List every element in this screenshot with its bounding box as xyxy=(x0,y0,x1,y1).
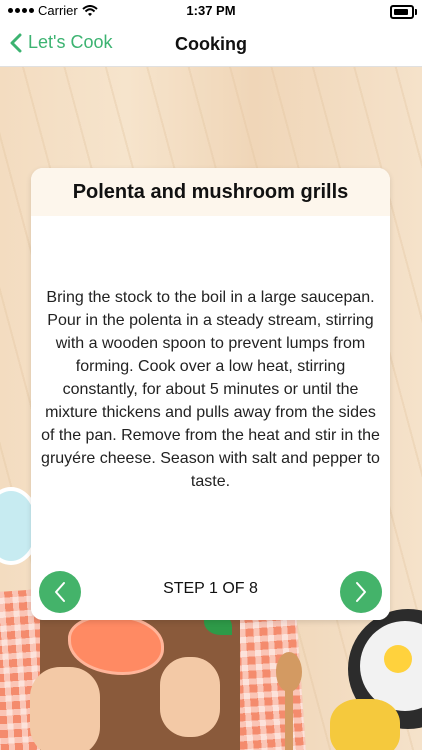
hand-illustration xyxy=(160,657,220,737)
step-footer: STEP 1 OF 8 xyxy=(31,562,390,620)
status-time: 1:37 PM xyxy=(186,3,236,18)
status-bar: Carrier 1:37 PM xyxy=(0,0,422,22)
next-step-button[interactable] xyxy=(340,571,382,613)
battery-icon xyxy=(390,5,417,19)
recipe-step-card: Polenta and mushroom grills Bring the st… xyxy=(31,168,390,620)
previous-step-button[interactable] xyxy=(39,571,81,613)
recipe-title: Polenta and mushroom grills xyxy=(31,168,390,216)
spoon-illustration xyxy=(276,652,302,692)
pepper-illustration xyxy=(330,699,400,750)
page-title: Cooking xyxy=(175,34,247,54)
chevron-left-icon xyxy=(55,582,65,602)
step-instructions: Bring the stock to the boil in a large s… xyxy=(41,289,380,490)
hand-illustration xyxy=(30,667,100,750)
egg-illustration xyxy=(384,645,412,673)
step-counter: STEP 1 OF 8 xyxy=(163,580,258,597)
navigation-bar: Let's Cook Cooking xyxy=(0,22,422,67)
chevron-right-icon xyxy=(356,582,366,602)
